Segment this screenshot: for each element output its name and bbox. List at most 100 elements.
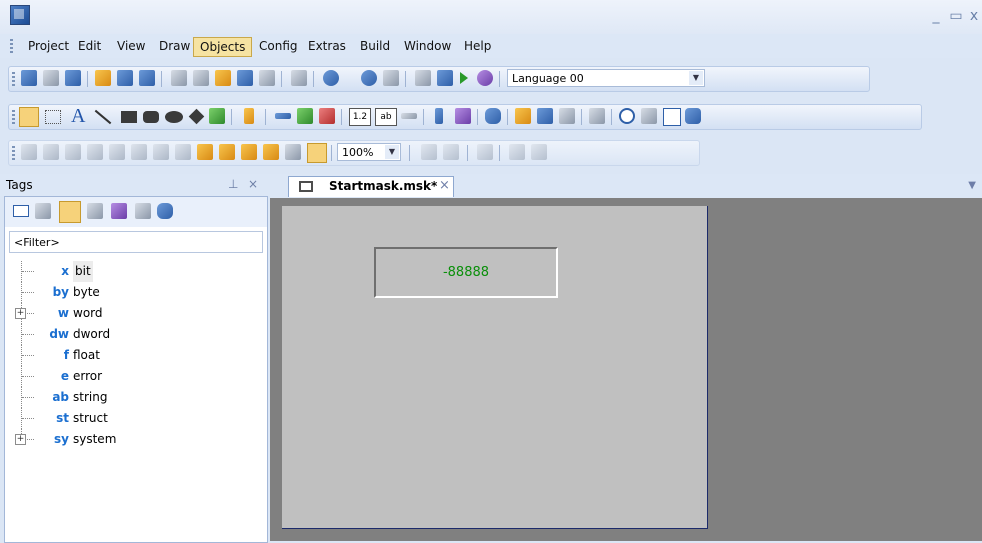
report-icon[interactable] [515, 108, 531, 124]
app-icon[interactable] [10, 5, 30, 25]
pin-icon[interactable]: ⊥ [228, 177, 238, 191]
group-icon[interactable] [241, 144, 257, 160]
menu-view[interactable]: View [111, 37, 151, 55]
select-rectangle-icon[interactable] [45, 110, 61, 124]
text-tool-icon[interactable]: A [71, 105, 85, 128]
clock-icon[interactable] [619, 108, 635, 124]
help-icon[interactable] [361, 70, 377, 86]
copy-icon[interactable] [193, 70, 209, 86]
debug-icon[interactable] [477, 70, 493, 86]
picture-tool-icon[interactable] [209, 108, 225, 124]
move-up-icon[interactable] [509, 144, 525, 160]
gauge-icon[interactable] [537, 108, 553, 124]
slider-object-icon[interactable] [319, 108, 335, 124]
meter-icon[interactable] [559, 108, 575, 124]
database-tags-icon[interactable] [157, 203, 173, 219]
chevron-down-icon[interactable]: ▼ [385, 145, 399, 159]
zoom-area-icon[interactable] [443, 144, 459, 160]
bring-front-icon[interactable] [197, 144, 213, 160]
save-all-icon[interactable] [139, 70, 155, 86]
distribute-icon[interactable] [131, 144, 147, 160]
keyboard-icon[interactable] [415, 70, 431, 86]
language-select[interactable]: Language 00 ▼ [507, 69, 705, 87]
menu-window[interactable]: Window [398, 37, 457, 55]
space-vertical-icon[interactable] [175, 144, 191, 160]
align-top-icon[interactable] [65, 144, 81, 160]
pin-icon[interactable] [477, 144, 493, 160]
menu-help[interactable]: Help [458, 37, 497, 55]
ellipse-tool-icon[interactable] [165, 111, 183, 123]
close-tab-icon[interactable]: × [439, 178, 450, 193]
download-icon[interactable] [437, 70, 453, 86]
save-project-icon[interactable] [65, 70, 81, 86]
line-tool-icon[interactable] [94, 109, 112, 125]
close-icon[interactable]: × [248, 177, 258, 191]
menu-objects[interactable]: Objects [193, 37, 253, 57]
chevron-down-icon[interactable]: ▼ [689, 71, 703, 85]
menu-config[interactable]: Config [253, 37, 304, 55]
table-icon[interactable] [641, 108, 657, 124]
variables-tab-icon[interactable] [59, 201, 81, 223]
paste-icon[interactable] [215, 70, 231, 86]
space-horizontal-icon[interactable] [153, 144, 169, 160]
level-object-icon[interactable] [435, 108, 443, 124]
minimize-button[interactable]: _ [928, 8, 944, 24]
trend-tags-icon[interactable] [111, 203, 127, 219]
print-icon[interactable] [291, 70, 307, 86]
trend-object-icon[interactable] [455, 108, 471, 124]
bargraph-icon[interactable] [401, 113, 417, 119]
screen-tags-icon[interactable] [13, 205, 29, 217]
move-down-icon[interactable] [531, 144, 547, 160]
menu-project[interactable]: Project [22, 37, 75, 55]
document-icon[interactable] [383, 70, 399, 86]
print-tags-icon[interactable] [87, 203, 103, 219]
ungroup-icon[interactable] [263, 144, 279, 160]
align-left-icon[interactable] [21, 144, 37, 160]
send-back-icon[interactable] [219, 144, 235, 160]
undo-icon[interactable] [237, 70, 253, 86]
alarm-icon[interactable] [589, 108, 605, 124]
select-arrow-icon[interactable] [19, 107, 39, 127]
tab-startmask[interactable]: Startmask.msk* × [288, 176, 454, 197]
menu-extras[interactable]: Extras [302, 37, 352, 55]
table-tags-icon[interactable] [135, 203, 151, 219]
zoom-fit-icon[interactable] [421, 144, 437, 160]
tab-list-chevron-icon[interactable]: ▼ [968, 180, 976, 191]
database-icon[interactable] [485, 108, 501, 124]
run-icon[interactable] [460, 72, 468, 84]
bar-object-icon[interactable] [275, 113, 291, 119]
filter-input[interactable]: <Filter> [9, 231, 263, 253]
mask-canvas[interactable]: -88888 [282, 206, 708, 529]
polygon-tool-icon[interactable] [188, 108, 205, 125]
redo-icon[interactable] [259, 70, 275, 86]
align-bottom-icon[interactable] [87, 144, 103, 160]
info-icon[interactable] [323, 70, 339, 86]
text-field-icon[interactable]: ab [375, 108, 397, 126]
open-project-icon[interactable] [43, 70, 59, 86]
menu-draw[interactable]: Draw [153, 37, 196, 55]
zoom-select[interactable]: 100% ▼ [337, 143, 401, 161]
save-icon[interactable] [117, 70, 133, 86]
snap-grid-icon[interactable] [307, 143, 327, 163]
align-right-icon[interactable] [43, 144, 59, 160]
new-project-icon[interactable] [21, 70, 37, 86]
rounded-rectangle-tool-icon[interactable] [143, 111, 159, 123]
cut-icon[interactable] [171, 70, 187, 86]
expand-icon[interactable]: + [15, 308, 26, 319]
3d-object-icon[interactable] [685, 108, 701, 124]
menu-build[interactable]: Build [354, 37, 396, 55]
expand-icon[interactable]: + [15, 434, 26, 445]
maximize-button[interactable]: ▭ [948, 8, 964, 24]
switch-object-icon[interactable] [297, 108, 313, 124]
numeric-field-icon[interactable]: 1.2 [349, 108, 371, 126]
numeric-display[interactable]: -88888 [374, 247, 558, 298]
list-tags-icon[interactable] [35, 203, 51, 219]
open-file-icon[interactable] [95, 70, 111, 86]
close-button[interactable]: x [966, 8, 982, 24]
rectangle-tool-icon[interactable] [121, 111, 137, 123]
frame-icon[interactable] [663, 108, 681, 126]
grid-icon[interactable] [285, 144, 301, 160]
button-object-icon[interactable] [244, 108, 254, 124]
same-size-icon[interactable] [109, 144, 125, 160]
menu-edit[interactable]: Edit [72, 37, 107, 55]
